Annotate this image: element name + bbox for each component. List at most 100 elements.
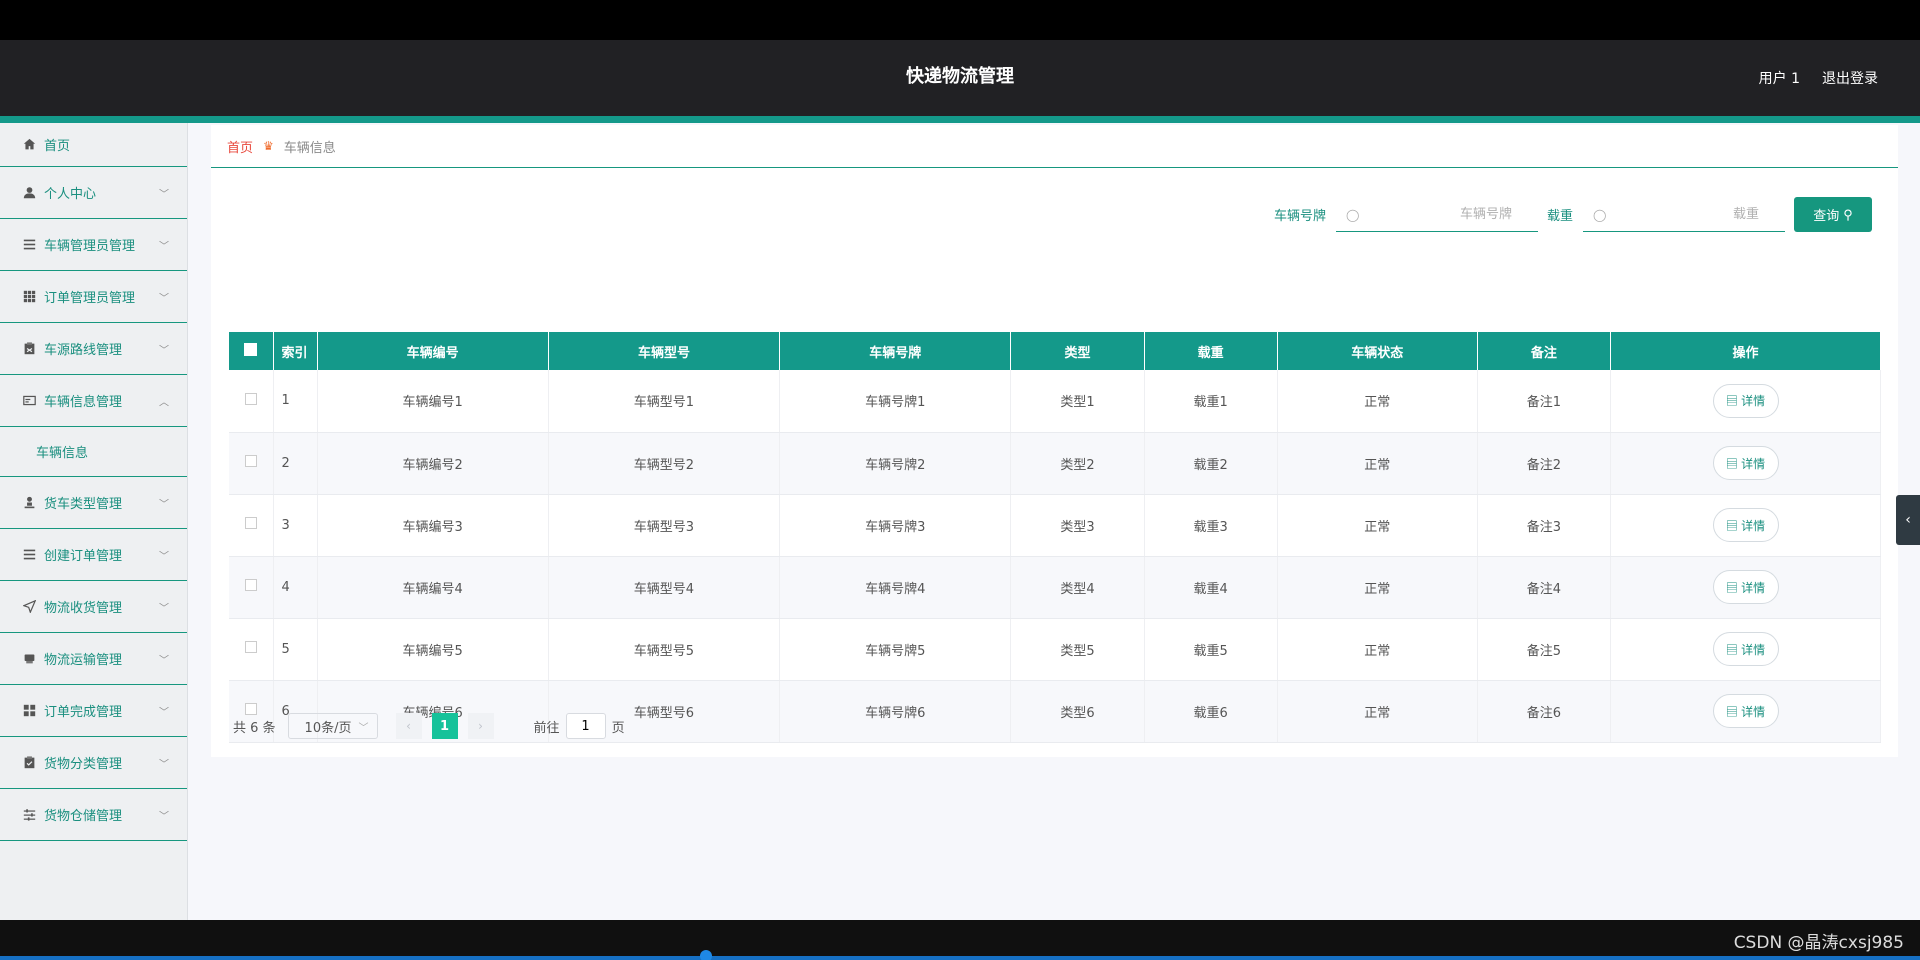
table-row: 3 车辆编号3 车辆型号3 车辆号牌3 类型3 载重3 正常 备注3 ▤ 详情 xyxy=(229,494,1881,557)
cell-vehicle-model: 车辆型号2 xyxy=(548,432,781,495)
detail-button-label: 详情 xyxy=(1741,456,1766,471)
cell-type: 类型3 xyxy=(1010,494,1145,557)
list-icon xyxy=(22,548,36,562)
row-checkbox-cell[interactable] xyxy=(229,370,274,433)
row-checkbox[interactable] xyxy=(244,579,257,591)
detail-button[interactable]: ▤ 详情 xyxy=(1712,383,1779,418)
row-checkbox-cell[interactable] xyxy=(229,494,274,557)
sidebar-item-vehicle-admin[interactable]: 车辆管理员管理 ﹀ xyxy=(0,219,187,271)
row-checkbox[interactable] xyxy=(244,392,257,405)
sidebar-item-order-complete[interactable]: 订单完成管理 ﹀ xyxy=(0,685,187,737)
sidebar-item-vehicle-info[interactable]: 车辆信息管理 ︿ xyxy=(0,375,187,427)
column-header-vehicle-no: 车辆编号 xyxy=(317,332,549,370)
detail-button[interactable]: ▤ 详情 xyxy=(1712,632,1779,666)
send-icon xyxy=(22,600,36,614)
detail-button[interactable]: ▤ 详情 xyxy=(1712,694,1779,728)
chevron-right-icon: › xyxy=(478,719,483,733)
submenu-item-vehicle-info[interactable]: 车辆信息 xyxy=(0,427,187,477)
cell-plate: 车辆号牌6 xyxy=(779,680,1012,743)
row-checkbox-cell[interactable] xyxy=(229,432,274,495)
prev-page-button[interactable]: ‹ xyxy=(395,713,422,739)
column-header-plate: 车辆号牌 xyxy=(779,332,1012,370)
cell-action: ▤ 详情 xyxy=(1610,680,1881,743)
plate-search-input[interactable] xyxy=(1335,197,1538,231)
main-content: 首页 ♛ 车辆信息 车辆号牌 ◯ 载重 ◯ 查询 ⚲ xyxy=(211,125,1898,757)
progress-line xyxy=(0,956,1920,960)
chevron-down-icon: ﹀ xyxy=(159,603,169,614)
chevron-down-icon: ﹀ xyxy=(159,759,169,770)
goto-suffix: 页 xyxy=(611,720,625,736)
query-button[interactable]: 查询 ⚲ xyxy=(1794,197,1872,232)
cell-status: 正常 xyxy=(1277,556,1478,619)
row-checkbox-cell[interactable] xyxy=(229,556,274,619)
cell-index: 4 xyxy=(273,556,318,619)
chevron-down-icon: ﹀ xyxy=(159,551,169,562)
apps-icon xyxy=(22,704,36,718)
cell-remark: 备注3 xyxy=(1477,494,1612,557)
sidebar-item-route[interactable]: 车源路线管理 ﹀ xyxy=(0,323,187,375)
sidebar-item-transport[interactable]: 物流运输管理 ﹀ xyxy=(0,633,187,685)
goto-page-input[interactable] xyxy=(565,713,606,739)
column-header-action: 操作 xyxy=(1610,332,1881,370)
sidebar-item-personal-center[interactable]: 个人中心 ﹀ xyxy=(0,167,187,219)
cell-action: ▤ 详情 xyxy=(1610,370,1881,433)
sidebar-item-warehouse[interactable]: 货物仓储管理 ﹀ xyxy=(0,789,187,841)
detail-button[interactable]: ▤ 详情 xyxy=(1712,446,1779,480)
clipboard-check-icon xyxy=(22,756,36,770)
breadcrumb-separator-icon: ♛ xyxy=(263,139,274,153)
row-checkbox-cell[interactable] xyxy=(229,618,274,681)
table-row: 1 车辆编号1 车辆型号1 车辆号牌1 类型1 载重1 正常 备注1 ▤ 详情 xyxy=(229,370,1881,433)
bottom-bar xyxy=(0,920,1920,960)
cell-index: 5 xyxy=(273,618,318,681)
sidebar-item-goods-category[interactable]: 货物分类管理 ﹀ xyxy=(0,737,187,789)
load-search-label: 载重 xyxy=(1546,209,1573,224)
logout-button[interactable]: 退出登录 xyxy=(1822,68,1878,88)
sidebar-item-label: 物流运输管理 xyxy=(44,653,123,668)
cell-vehicle-no: 车辆编号4 xyxy=(317,556,549,619)
cell-vehicle-no: 车辆编号2 xyxy=(317,432,549,495)
cell-index: 3 xyxy=(273,494,318,557)
chevron-down-icon: ﹀ xyxy=(159,707,169,718)
sidebar-item-label: 物流收货管理 xyxy=(44,601,123,616)
sidebar-item-label: 货物分类管理 xyxy=(44,757,123,772)
detail-button-label: 详情 xyxy=(1741,518,1766,533)
load-search-input[interactable] xyxy=(1583,197,1785,231)
current-user[interactable]: 用户 1 xyxy=(1759,68,1800,88)
sidebar-item-home[interactable]: 首页 xyxy=(0,123,187,167)
sidebar-item-truck-type[interactable]: 货车类型管理 ﹀ xyxy=(0,477,187,529)
cell-action: ▤ 详情 xyxy=(1610,494,1881,557)
page-size-select[interactable]: 10条/页 ﹀ xyxy=(287,713,378,739)
cell-load: 载重1 xyxy=(1144,370,1278,433)
sidebar-item-order-admin[interactable]: 订单管理员管理 ﹀ xyxy=(0,271,187,323)
sidebar-item-create-order[interactable]: 创建订单管理 ﹀ xyxy=(0,529,187,581)
table-row: 2 车辆编号2 车辆型号2 车辆号牌2 类型2 载重2 正常 备注2 ▤ 详情 xyxy=(229,432,1881,495)
sidebar-item-label: 订单完成管理 xyxy=(44,705,123,720)
breadcrumb-home[interactable]: 首页 xyxy=(227,137,253,156)
progress-handle[interactable] xyxy=(700,950,712,960)
panel-toggle-button[interactable]: ‹ xyxy=(1896,495,1920,545)
grid-icon xyxy=(22,290,36,304)
select-all-checkbox-cell[interactable] xyxy=(229,332,274,370)
document-icon: ▤ xyxy=(1725,580,1742,595)
cell-status: 正常 xyxy=(1277,680,1478,743)
column-header-type: 类型 xyxy=(1010,332,1145,370)
page-number-current[interactable]: 1 xyxy=(431,713,458,739)
next-page-button[interactable]: › xyxy=(467,713,494,739)
search-icon: ◯ xyxy=(1593,207,1607,222)
printer-icon xyxy=(22,652,36,666)
search-icon: ⚲ xyxy=(1843,206,1853,222)
detail-button[interactable]: ▤ 详情 xyxy=(1712,508,1779,542)
cell-vehicle-no: 车辆编号3 xyxy=(317,494,549,557)
cell-plate: 车辆号牌1 xyxy=(779,370,1012,433)
detail-button[interactable]: ▤ 详情 xyxy=(1712,570,1779,604)
cell-vehicle-model: 车辆型号1 xyxy=(548,370,781,433)
detail-button-label: 详情 xyxy=(1741,642,1766,657)
cell-load: 载重5 xyxy=(1144,618,1278,681)
row-checkbox[interactable] xyxy=(244,517,257,529)
cell-vehicle-no: 车辆编号1 xyxy=(317,370,549,433)
sidebar-item-receiving[interactable]: 物流收货管理 ﹀ xyxy=(0,581,187,633)
row-checkbox[interactable] xyxy=(244,455,257,467)
select-all-checkbox[interactable] xyxy=(244,342,258,356)
row-checkbox[interactable] xyxy=(244,641,257,653)
sidebar-item-label: 货车类型管理 xyxy=(44,497,123,512)
